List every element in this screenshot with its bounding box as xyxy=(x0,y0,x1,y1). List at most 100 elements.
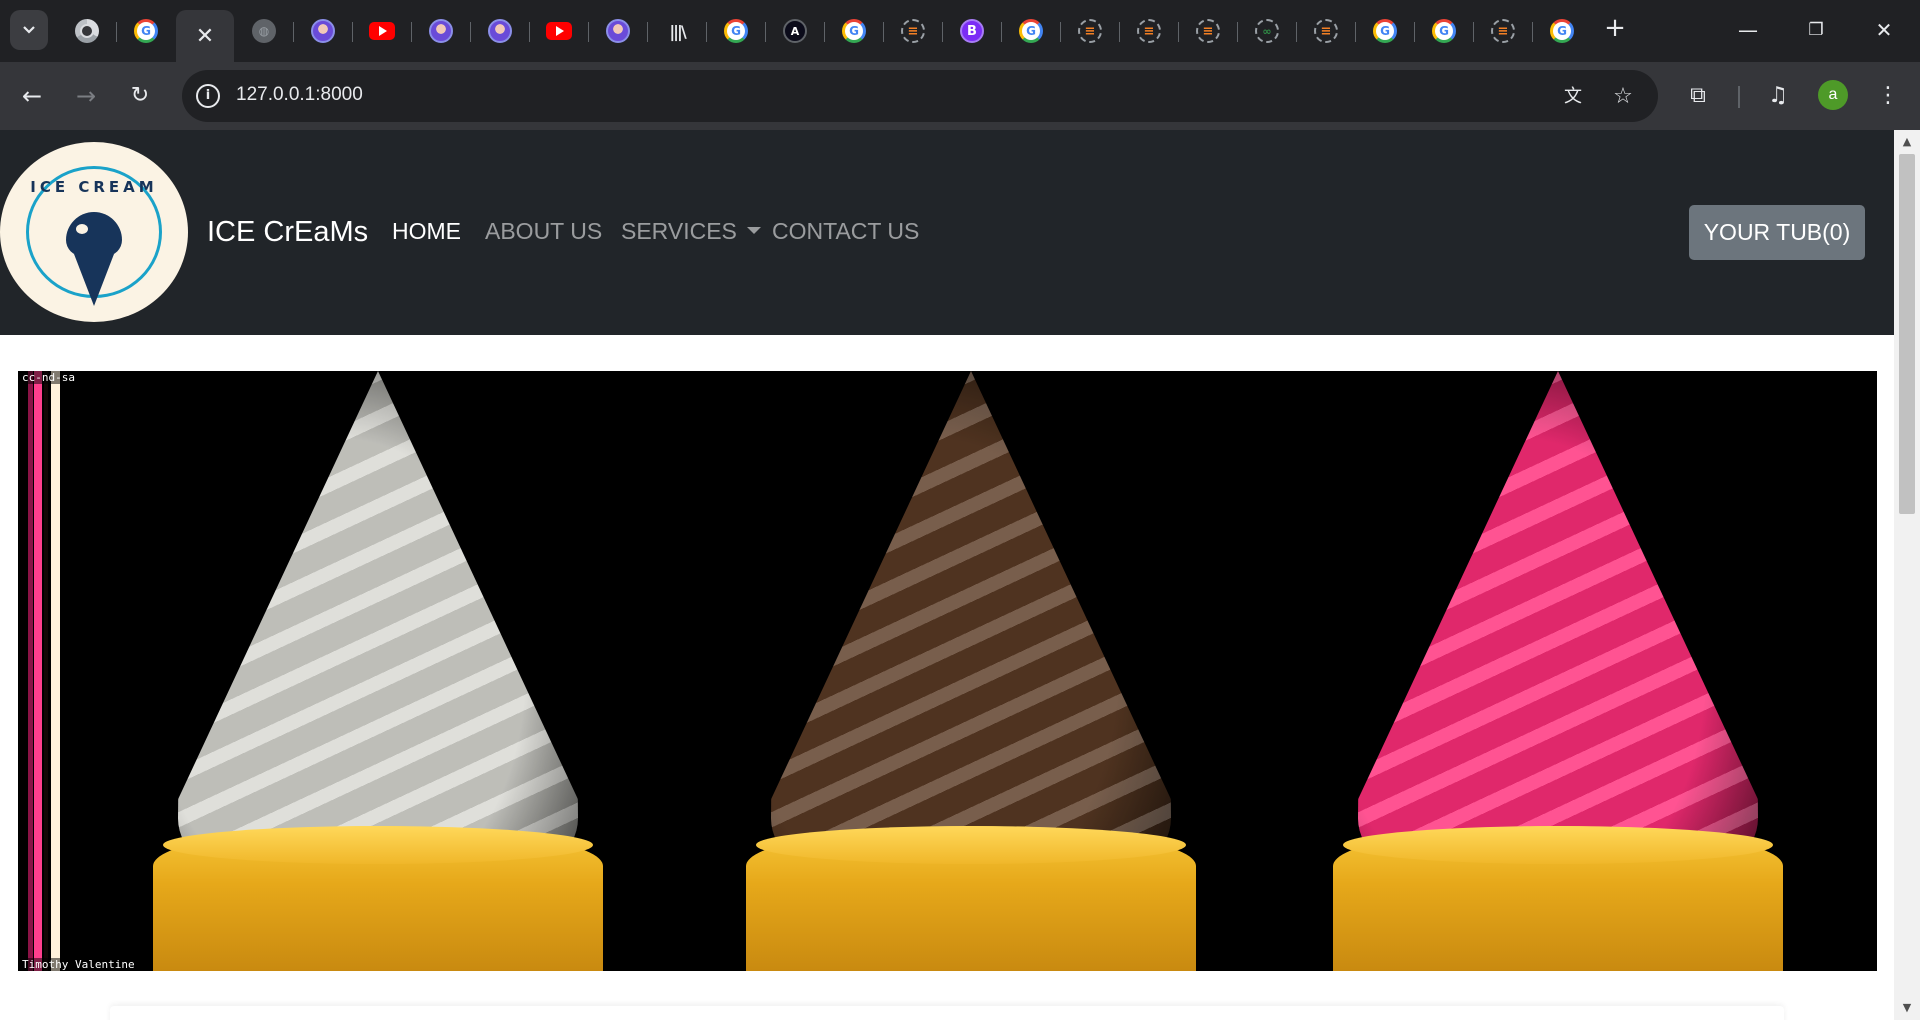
browser-tab[interactable] xyxy=(530,10,588,52)
browser-tab[interactable] xyxy=(412,10,470,52)
page-scrollbar[interactable]: ▲ ▼ xyxy=(1894,130,1920,1020)
chrome-icon xyxy=(75,19,99,43)
translate-icon[interactable]: 文 xyxy=(1558,82,1588,112)
youtube-icon xyxy=(546,22,572,40)
browser-tab[interactable]: A xyxy=(766,10,824,52)
browser-tab[interactable]: G xyxy=(1533,10,1591,52)
strawberry-cone xyxy=(1318,371,1788,971)
chocolate-cone xyxy=(731,371,1201,971)
menu-kebab-icon[interactable]: ⋮ xyxy=(1870,78,1906,114)
tab-divider xyxy=(1473,22,1474,42)
brand-name[interactable]: ICE CrEaMs xyxy=(207,216,368,249)
stackoverflow-icon: ≡ xyxy=(1314,19,1338,43)
browser-tab[interactable]: ≡ xyxy=(1120,10,1178,52)
tab-divider xyxy=(470,22,471,42)
tab-divider xyxy=(1532,22,1533,42)
avatar-icon xyxy=(606,19,630,43)
browser-tab[interactable]: ≡ xyxy=(1061,10,1119,52)
chevron-down-icon xyxy=(23,26,35,34)
tab-divider xyxy=(824,22,825,42)
close-icon[interactable]: ✕ xyxy=(196,24,214,49)
stackoverflow-icon: ≡ xyxy=(1196,19,1220,43)
tab-divider xyxy=(1237,22,1238,42)
google-icon: G xyxy=(134,19,158,43)
browser-tab[interactable]: G xyxy=(1415,10,1473,52)
site-logo[interactable]: ICE CREAM xyxy=(0,142,188,322)
browser-tab[interactable] xyxy=(589,10,647,52)
youtube-icon xyxy=(369,22,395,40)
browser-tab[interactable] xyxy=(353,10,411,52)
google-icon: G xyxy=(842,19,866,43)
browser-tab[interactable]: |||\ xyxy=(648,10,706,52)
address-bar[interactable]: i 127.0.0.1:8000 文 ☆ xyxy=(182,70,1658,122)
browser-tab[interactable]: ✕ xyxy=(176,10,234,62)
browser-tab[interactable]: B xyxy=(943,10,1001,52)
browser-tab[interactable]: ≡ xyxy=(1179,10,1237,52)
scrollbar-thumb[interactable] xyxy=(1899,154,1915,514)
google-icon: G xyxy=(1019,19,1043,43)
browser-tab[interactable]: ≡ xyxy=(1297,10,1355,52)
site-info-icon[interactable]: i xyxy=(196,84,220,108)
chocolate-swirl xyxy=(771,371,1171,881)
stackoverflow-icon: ≡ xyxy=(901,19,925,43)
tab-divider xyxy=(647,22,648,42)
toolbar-divider xyxy=(1738,86,1740,108)
caret-down-icon xyxy=(746,227,761,235)
browser-tab[interactable] xyxy=(471,10,529,52)
cone-base xyxy=(153,826,603,971)
restore-button[interactable]: ❐ xyxy=(1796,12,1836,48)
google-icon: G xyxy=(1373,19,1397,43)
nav-contact-link[interactable]: CONTACT US xyxy=(772,218,919,245)
reload-button[interactable]: ↻ xyxy=(122,78,158,114)
browser-tab[interactable]: ≡ xyxy=(884,10,942,52)
extensions-icon[interactable]: ⧉ xyxy=(1680,78,1716,114)
bootstrap-icon: B xyxy=(960,19,984,43)
google-icon: G xyxy=(724,19,748,43)
vanilla-cone xyxy=(138,371,608,971)
browser-tab[interactable]: G xyxy=(117,10,175,52)
nav-services-dropdown[interactable]: SERVICES xyxy=(621,218,761,245)
tab-search-button[interactable] xyxy=(10,10,48,50)
new-tab-button[interactable]: + xyxy=(1600,14,1630,44)
nav-home-link[interactable]: HOME xyxy=(392,218,461,245)
bookmark-star-icon[interactable]: ☆ xyxy=(1608,82,1638,112)
logo-text: ICE CREAM xyxy=(30,178,158,196)
your-tub-button[interactable]: YOUR TUB(0) xyxy=(1689,205,1865,260)
tab-divider xyxy=(588,22,589,42)
profile-avatar[interactable]: a xyxy=(1818,80,1848,110)
browser-tab[interactable]: G xyxy=(825,10,883,52)
url-text[interactable]: 127.0.0.1:8000 xyxy=(236,84,363,106)
browser-toolbar: ← → ↻ i 127.0.0.1:8000 文 ☆ ⧉ ♫ a ⋮ xyxy=(0,62,1920,130)
content-card xyxy=(110,1006,1784,1020)
browser-tab[interactable]: G xyxy=(1002,10,1060,52)
google-icon: G xyxy=(1550,19,1574,43)
cone-base xyxy=(746,826,1196,971)
browser-tab[interactable]: ∞ xyxy=(1238,10,1296,52)
nav-services-label: SERVICES xyxy=(621,218,737,244)
browser-tab[interactable]: ◍ xyxy=(235,10,293,52)
browser-tab[interactable]: ≡ xyxy=(1474,10,1532,52)
close-window-button[interactable]: ✕ xyxy=(1864,12,1904,48)
ice-cream-cone-icon xyxy=(74,254,114,306)
globe-icon: ◍ xyxy=(252,19,276,43)
browser-tab-bar: G ✕ ◍ |||\ G A G ≡ B G ≡ ≡ ≡ ∞ ≡ G G ≡ G + — ❐ ✕ xyxy=(0,0,1920,62)
nav-about-link[interactable]: ABOUT US xyxy=(485,218,602,245)
browser-tab[interactable] xyxy=(294,10,352,52)
tab-divider xyxy=(352,22,353,42)
back-button[interactable]: ← xyxy=(14,78,50,114)
tab-divider xyxy=(411,22,412,42)
tab-divider xyxy=(765,22,766,42)
media-control-icon[interactable]: ♫ xyxy=(1760,78,1796,114)
minimize-button[interactable]: — xyxy=(1728,12,1768,48)
tab-divider xyxy=(706,22,707,42)
scroll-down-arrow-icon[interactable]: ▼ xyxy=(1894,998,1920,1018)
tab-divider xyxy=(883,22,884,42)
browser-tab[interactable]: G xyxy=(707,10,765,52)
astro-icon: A xyxy=(783,19,807,43)
forward-button[interactable]: → xyxy=(68,78,104,114)
browser-tab[interactable]: G xyxy=(1356,10,1414,52)
tab-divider xyxy=(1355,22,1356,42)
browser-tab[interactable] xyxy=(58,10,116,52)
scroll-up-arrow-icon[interactable]: ▲ xyxy=(1894,132,1920,152)
license-label: cc-nd-sa xyxy=(20,371,77,384)
